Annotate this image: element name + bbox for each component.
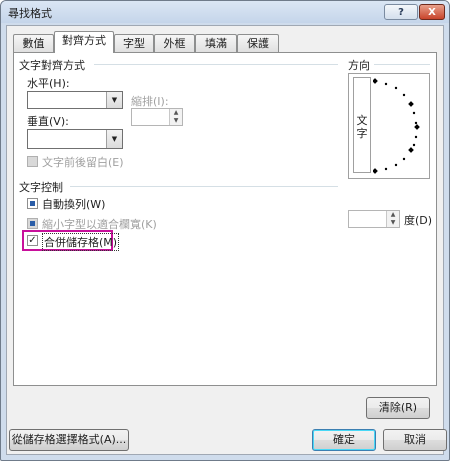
group-divider <box>374 64 430 65</box>
group-divider <box>94 64 338 65</box>
tab-protection[interactable]: 保護 <box>237 34 279 52</box>
spin-up-icon[interactable]: ▲ <box>387 211 399 219</box>
help-button[interactable]: ? <box>384 4 418 20</box>
indent-label: 縮排(I): <box>131 95 169 108</box>
alignment-panel: 文字對齊方式 水平(H): ▼ 縮排(I): ▲ ▼ 垂直(V): ▼ 文字前後… <box>13 52 437 386</box>
text-alignment-group-title: 文字對齊方式 <box>19 59 85 72</box>
group-divider <box>70 186 338 187</box>
clear-button[interactable]: 清除(R) <box>366 397 430 419</box>
tab-border[interactable]: 外框 <box>154 34 195 52</box>
tab-alignment[interactable]: 對齊方式 <box>54 31 114 53</box>
horizontal-select[interactable]: ▼ <box>27 91 123 109</box>
degrees-spinner[interactable]: ▲ ▼ <box>348 210 400 228</box>
tab-number[interactable]: 數值 <box>13 34 54 52</box>
spin-down-icon[interactable]: ▼ <box>170 117 182 125</box>
vertical-select[interactable]: ▼ <box>27 129 123 149</box>
text-control-group-title: 文字控制 <box>19 181 63 194</box>
choose-format-from-cell-button[interactable]: 從儲存格選擇格式(A)... <box>9 429 129 451</box>
close-button[interactable]: X <box>419 4 445 20</box>
degrees-label: 度(D) <box>404 214 433 227</box>
wrap-text-checkbox[interactable] <box>27 198 38 209</box>
chevron-down-icon[interactable]: ▼ <box>106 92 122 108</box>
tab-fill[interactable]: 填滿 <box>195 34 237 52</box>
tab-font[interactable]: 字型 <box>114 34 154 52</box>
find-format-dialog: 尋找格式 ? X 數值 對齊方式 字型 外框 填滿 保護 文字對齊方式 水平(H… <box>0 0 450 461</box>
orientation-dial[interactable]: 文 字 <box>348 73 430 179</box>
vertical-text-button[interactable]: 文 字 <box>353 77 371 173</box>
vertical-label: 垂直(V): <box>27 115 69 128</box>
indent-spin-buttons[interactable]: ▲ ▼ <box>169 109 182 125</box>
shrink-to-fit-checkbox[interactable] <box>27 218 38 229</box>
justify-distributed-checkbox[interactable] <box>27 156 38 167</box>
title-bar[interactable]: 尋找格式 ? X <box>1 1 449 23</box>
horizontal-label: 水平(H): <box>27 77 70 90</box>
wrap-text-label: 自動換列(W) <box>42 198 106 211</box>
cancel-button[interactable]: 取消 <box>383 429 447 451</box>
vertical-text-label: 文 字 <box>356 114 368 140</box>
dialog-body: 數值 對齊方式 字型 外框 填滿 保護 文字對齊方式 水平(H): ▼ 縮排(I… <box>6 25 447 455</box>
dialog-title: 尋找格式 <box>8 7 52 20</box>
spin-up-icon[interactable]: ▲ <box>170 109 182 117</box>
spin-down-icon[interactable]: ▼ <box>387 219 399 227</box>
degrees-spin-buttons[interactable]: ▲ ▼ <box>386 211 399 227</box>
justify-distributed-label: 文字前後留白(E) <box>42 156 124 169</box>
chevron-down-icon[interactable]: ▼ <box>106 130 122 148</box>
orientation-group-title: 方向 <box>348 59 370 72</box>
merge-cells-checkbox[interactable]: ✓ <box>27 235 38 246</box>
angle-dial-icon[interactable] <box>373 77 429 175</box>
indent-spinner[interactable]: ▲ ▼ <box>131 108 183 126</box>
ok-button[interactable]: 確定 <box>312 429 376 451</box>
merge-cells-label: 合併儲存格(M) <box>42 233 120 251</box>
